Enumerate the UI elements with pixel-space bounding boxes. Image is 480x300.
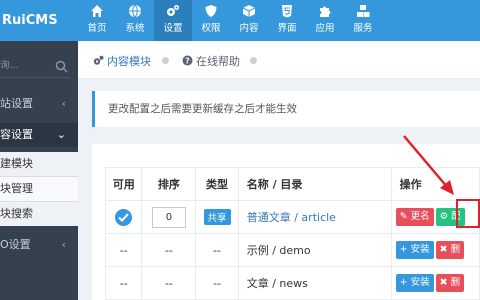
close-icon: ✖ [439, 244, 448, 255]
nav-label: 服务 [353, 23, 373, 34]
button-label: 更名 [410, 211, 430, 222]
sidebar-search[interactable]: 询... [0, 54, 70, 78]
annotation-arrow-icon [403, 135, 454, 195]
delete-button[interactable]: ✖ 删 [435, 241, 465, 259]
search-icon[interactable] [55, 59, 68, 73]
nav-label: 权限 [201, 23, 221, 34]
logo-text: RuiCMS [2, 13, 58, 28]
column-header-name: 名称 / 目录 [237, 167, 392, 201]
nav-label: 应用 [315, 23, 335, 34]
nav-item-apps[interactable]: 应用 [306, 0, 344, 41]
sidebar-subitem-module-management[interactable]: 块管理 [0, 177, 78, 201]
cell-type: -- [195, 233, 239, 267]
breadcrumb-separator [250, 57, 257, 64]
question-icon: ? [182, 55, 193, 66]
button-label: 删 [450, 277, 461, 288]
breadcrumb: 内容模块 ? 在线帮助 [78, 41, 480, 79]
cell-enabled: -- [104, 233, 143, 267]
chevron-left-icon: ‹ [61, 238, 66, 251]
plus-icon: + [399, 277, 408, 288]
plus-icon: + [399, 244, 408, 255]
chevron-left-icon: ‹ [61, 97, 66, 110]
column-header-type: 类型 [195, 167, 239, 201]
nav-item-home[interactable]: 首页 [78, 0, 116, 41]
sidebar-item-label: 块管理 [0, 182, 33, 195]
sidebar-item-site-settings[interactable]: 站设置 ‹ [0, 92, 78, 116]
breadcrumb-label: 在线帮助 [196, 55, 240, 68]
sidebar-subitem-create-module[interactable]: 建模块 [0, 152, 78, 176]
puzzle-icon [318, 4, 332, 18]
table-row: -- -- -- 文章 / news + 安装 ✖ 删 [104, 266, 480, 300]
nav-label: 界面 [277, 23, 297, 34]
nav-item-system[interactable]: 系统 [116, 0, 154, 41]
delete-button[interactable]: ✖ 删 [435, 274, 465, 292]
cell-name: 文章 / news [237, 266, 392, 300]
cell-actions: + 安装 ✖ 删 [390, 233, 480, 267]
close-icon: ✖ [439, 277, 448, 288]
shield-icon [204, 4, 218, 18]
cell-enabled: -- [104, 266, 143, 300]
nav-label: 首页 [87, 23, 107, 34]
button-label: 删 [450, 244, 461, 255]
cell-order: -- [141, 233, 197, 267]
search-input[interactable]: 询... [0, 60, 19, 71]
top-navbar: RuiCMS 首页 系统 设置 权限 内容 界面 应用 服务 [0, 0, 480, 41]
home-icon [90, 4, 104, 18]
cell-type: -- [195, 266, 239, 300]
cell-type: 共享 [195, 200, 239, 234]
globe-icon [128, 4, 142, 18]
gears-icon [166, 4, 180, 18]
gear-icon: ⚙ [439, 211, 449, 222]
nav-label: 内容 [239, 23, 259, 34]
button-label: 安装 [410, 277, 430, 288]
cell-actions: + 安装 ✖ 删 [390, 266, 480, 300]
nav-item-interface[interactable]: 界面 [268, 0, 306, 41]
app-logo[interactable]: RuiCMS [0, 0, 78, 41]
edit-icon: ✎ [399, 211, 408, 222]
button-label: 安装 [410, 244, 430, 255]
install-button[interactable]: + 安装 [395, 241, 434, 259]
sidebar-item-label: 站设置 [0, 97, 33, 110]
table-row: -- -- -- 示例 / demo + 安装 ✖ 删 [104, 233, 480, 267]
main-nav: 首页 系统 设置 权限 内容 界面 应用 服务 [78, 0, 382, 41]
nav-item-services[interactable]: 服务 [344, 0, 382, 41]
cell-name: 示例 / demo [237, 233, 392, 267]
column-header-order[interactable]: 排序 [141, 167, 197, 201]
sidebar-item-label: 容设置 [0, 128, 33, 141]
sidebar-subitem-module-search[interactable]: 块搜索 [0, 202, 78, 226]
sidebar-item-seo-settings[interactable]: O设置 ‹ [0, 233, 78, 257]
svg-text:?: ? [185, 56, 190, 65]
nav-item-permissions[interactable]: 权限 [192, 0, 230, 41]
module-name-link[interactable]: 普通文章 / article [247, 211, 336, 224]
cube-icon [242, 4, 256, 18]
breadcrumb-separator [162, 57, 169, 64]
type-badge: 共享 [203, 209, 231, 225]
html5-icon [280, 4, 294, 18]
breadcrumb-label: 内容模块 [107, 55, 151, 68]
notice-text: 更改配置之后需要更新缓存之后才能生效 [108, 103, 297, 115]
breadcrumb-online-help[interactable]: ? 在线帮助 [182, 53, 240, 69]
column-header-enabled: 可用 [104, 167, 143, 201]
breadcrumb-content-modules[interactable]: 内容模块 [93, 53, 151, 69]
notice-alert: 更改配置之后需要更新缓存之后才能生效 [92, 91, 480, 127]
cell-order: -- [141, 266, 197, 300]
install-button[interactable]: + 安装 [395, 274, 434, 292]
sidebar-item-label: 建模块 [0, 157, 33, 170]
cell-enabled [104, 200, 143, 234]
order-input[interactable]: 0 [151, 206, 186, 228]
cell-order: 0 [141, 200, 197, 234]
cubes-icon [356, 4, 370, 18]
enabled-check-icon[interactable] [115, 208, 133, 226]
sidebar-item-label: 块搜索 [0, 207, 33, 220]
nav-item-settings[interactable]: 设置 [154, 0, 192, 41]
chevron-down-icon: ⌄ [56, 128, 66, 141]
gears-icon [93, 55, 104, 66]
sidebar-item-content-settings[interactable]: 容设置 ⌄ [0, 123, 78, 147]
nav-item-content[interactable]: 内容 [230, 0, 268, 41]
sidebar-item-label: O设置 [0, 238, 31, 251]
sidebar: 询... 站设置 ‹ 容设置 ⌄ 建模块 块管理 块搜索 O设置 ‹ [0, 41, 78, 300]
nav-label: 系统 [125, 23, 145, 34]
nav-label: 设置 [163, 23, 183, 34]
cell-name: 普通文章 / article [237, 200, 392, 234]
